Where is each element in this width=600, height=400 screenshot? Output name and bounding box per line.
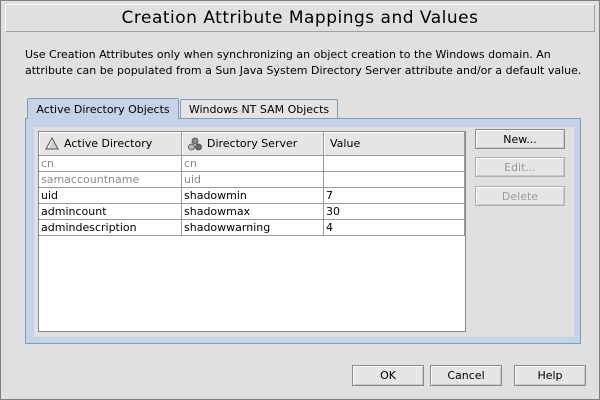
- help-button-label: Help: [537, 369, 563, 382]
- cell-active-directory: uid: [39, 188, 182, 204]
- column-header-value[interactable]: Value: [324, 132, 465, 156]
- cell-value: 30: [324, 204, 465, 220]
- cell-active-directory: cn: [39, 156, 182, 172]
- description-text: Use Creation Attributes only when synchr…: [25, 48, 582, 77]
- table-row[interactable]: cn cn: [39, 156, 465, 172]
- help-button[interactable]: Help: [514, 365, 586, 386]
- column-header-directory-server[interactable]: Directory Server: [182, 132, 324, 156]
- cell-active-directory: samaccountname: [39, 172, 182, 188]
- new-button-label: New...: [503, 132, 537, 146]
- cell-directory-server: shadowwarning: [182, 220, 324, 236]
- table-header: Active Directory Directory Server Value: [39, 132, 465, 156]
- edit-button-label: Edit...: [504, 160, 536, 174]
- triangle-icon: [45, 137, 59, 150]
- table-row[interactable]: samaccountname uid: [39, 172, 465, 188]
- cancel-button-label: Cancel: [447, 369, 485, 382]
- cell-value: [324, 156, 465, 172]
- table-row[interactable]: admincount shadowmax 30: [39, 204, 465, 220]
- tab-active-directory-objects[interactable]: Active Directory Objects: [27, 98, 179, 119]
- delete-button-label: Delete: [501, 189, 539, 203]
- column-label: Active Directory: [64, 137, 153, 150]
- attribute-table: Active Directory Directory Server Value …: [38, 131, 466, 332]
- cell-directory-server: shadowmax: [182, 204, 324, 220]
- delete-button[interactable]: Delete: [475, 186, 565, 206]
- column-label: Directory Server: [207, 137, 298, 150]
- tab-content: Active Directory Directory Server Value …: [34, 127, 574, 337]
- tab-windows-nt-sam-objects[interactable]: Windows NT SAM Objects: [180, 99, 338, 118]
- title-bar: Creation Attribute Mappings and Values: [5, 4, 595, 32]
- table-row[interactable]: admindescription shadowwarning 4: [39, 220, 465, 236]
- dialog-window: Creation Attribute Mappings and Values U…: [0, 0, 600, 400]
- cell-value: [324, 172, 465, 188]
- cell-value: 4: [324, 220, 465, 236]
- cell-active-directory: admindescription: [39, 220, 182, 236]
- table-row[interactable]: uid shadowmin 7: [39, 188, 465, 204]
- column-header-active-directory[interactable]: Active Directory: [39, 132, 182, 156]
- cell-directory-server: shadowmin: [182, 188, 324, 204]
- cancel-button[interactable]: Cancel: [430, 365, 502, 386]
- new-button[interactable]: New...: [475, 129, 565, 149]
- window-title: Creation Attribute Mappings and Values: [121, 8, 479, 28]
- edit-button[interactable]: Edit...: [475, 157, 565, 177]
- ok-button-label: OK: [380, 369, 396, 382]
- cell-active-directory: admincount: [39, 204, 182, 220]
- cell-value: 7: [324, 188, 465, 204]
- column-label: Value: [330, 137, 361, 150]
- cell-directory-server: uid: [182, 172, 324, 188]
- cell-directory-server: cn: [182, 156, 324, 172]
- ok-button[interactable]: OK: [352, 365, 424, 386]
- tab-panel: Active Directory Directory Server Value …: [25, 118, 581, 344]
- table-body: cn cn samaccountname uid uid shadowmin 7: [39, 156, 465, 236]
- server-nodes-icon: [188, 137, 202, 151]
